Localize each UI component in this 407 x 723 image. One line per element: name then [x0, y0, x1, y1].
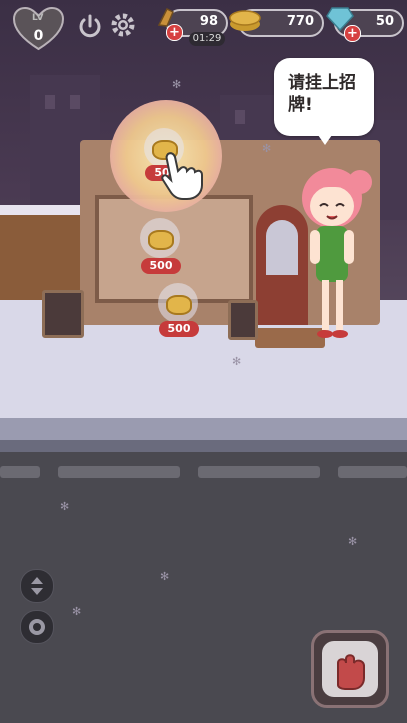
snowflake: ✻	[232, 355, 242, 368]
menu-board-right[interactable]	[228, 300, 258, 340]
snowflake: ✻	[160, 570, 170, 583]
speech-text: 请挂上招牌!	[288, 73, 356, 115]
glove-icon	[337, 654, 365, 690]
glove-action-button[interactable]	[311, 630, 389, 708]
up-down-arrows-icon	[31, 577, 43, 595]
building-window	[235, 110, 245, 124]
add-energy-button[interactable]: +	[166, 24, 183, 41]
speech-bubble: 请挂上招牌!	[274, 58, 374, 145]
floor-price-tag: 500	[159, 321, 199, 337]
road-marking	[58, 466, 180, 478]
building-window	[45, 95, 55, 109]
road-marking	[198, 466, 320, 478]
stand-coin-bubble[interactable]	[140, 218, 180, 258]
add-gems-button[interactable]: +	[344, 25, 361, 42]
level-value: 0	[33, 28, 44, 44]
eye-icon	[29, 619, 45, 635]
stand-price-tag: 500	[141, 258, 181, 274]
view-button[interactable]	[20, 610, 54, 644]
building-window	[70, 95, 80, 109]
level-badge[interactable]: LV 0	[11, 6, 66, 51]
power-icon[interactable]	[76, 12, 104, 40]
road-marking	[0, 466, 40, 478]
camera-toggle-button[interactable]	[20, 569, 54, 603]
snowflake: ✻	[172, 78, 182, 91]
pointing-hand-icon	[161, 152, 203, 200]
road-marking	[338, 466, 407, 478]
energy-value: 98	[199, 14, 218, 29]
snowflake: ✻	[72, 605, 82, 618]
snowflake: ✻	[262, 142, 272, 155]
level-label: LV	[32, 13, 44, 23]
game-scene: 50 500 500 请挂上招牌! ✻ ✻ ✻ ✻ ✻ ✻ ✻	[0, 0, 407, 723]
curb-shadow	[0, 440, 407, 452]
menu-board-left[interactable]	[42, 290, 84, 338]
coin-icon	[148, 230, 174, 250]
shopkeeper-girl[interactable]	[282, 160, 382, 345]
action-button-face	[322, 641, 378, 697]
coins-value: 770	[286, 14, 314, 29]
gems-value: 50	[375, 14, 394, 29]
gear-icon[interactable]	[109, 11, 137, 39]
snowflake: ✻	[60, 500, 70, 513]
coin-stack-icon	[229, 10, 261, 31]
snowflake: ✻	[348, 535, 358, 548]
floor-coin-bubble[interactable]	[158, 283, 198, 323]
energy-timer: 01:29	[189, 32, 225, 46]
coin-icon	[166, 295, 192, 315]
